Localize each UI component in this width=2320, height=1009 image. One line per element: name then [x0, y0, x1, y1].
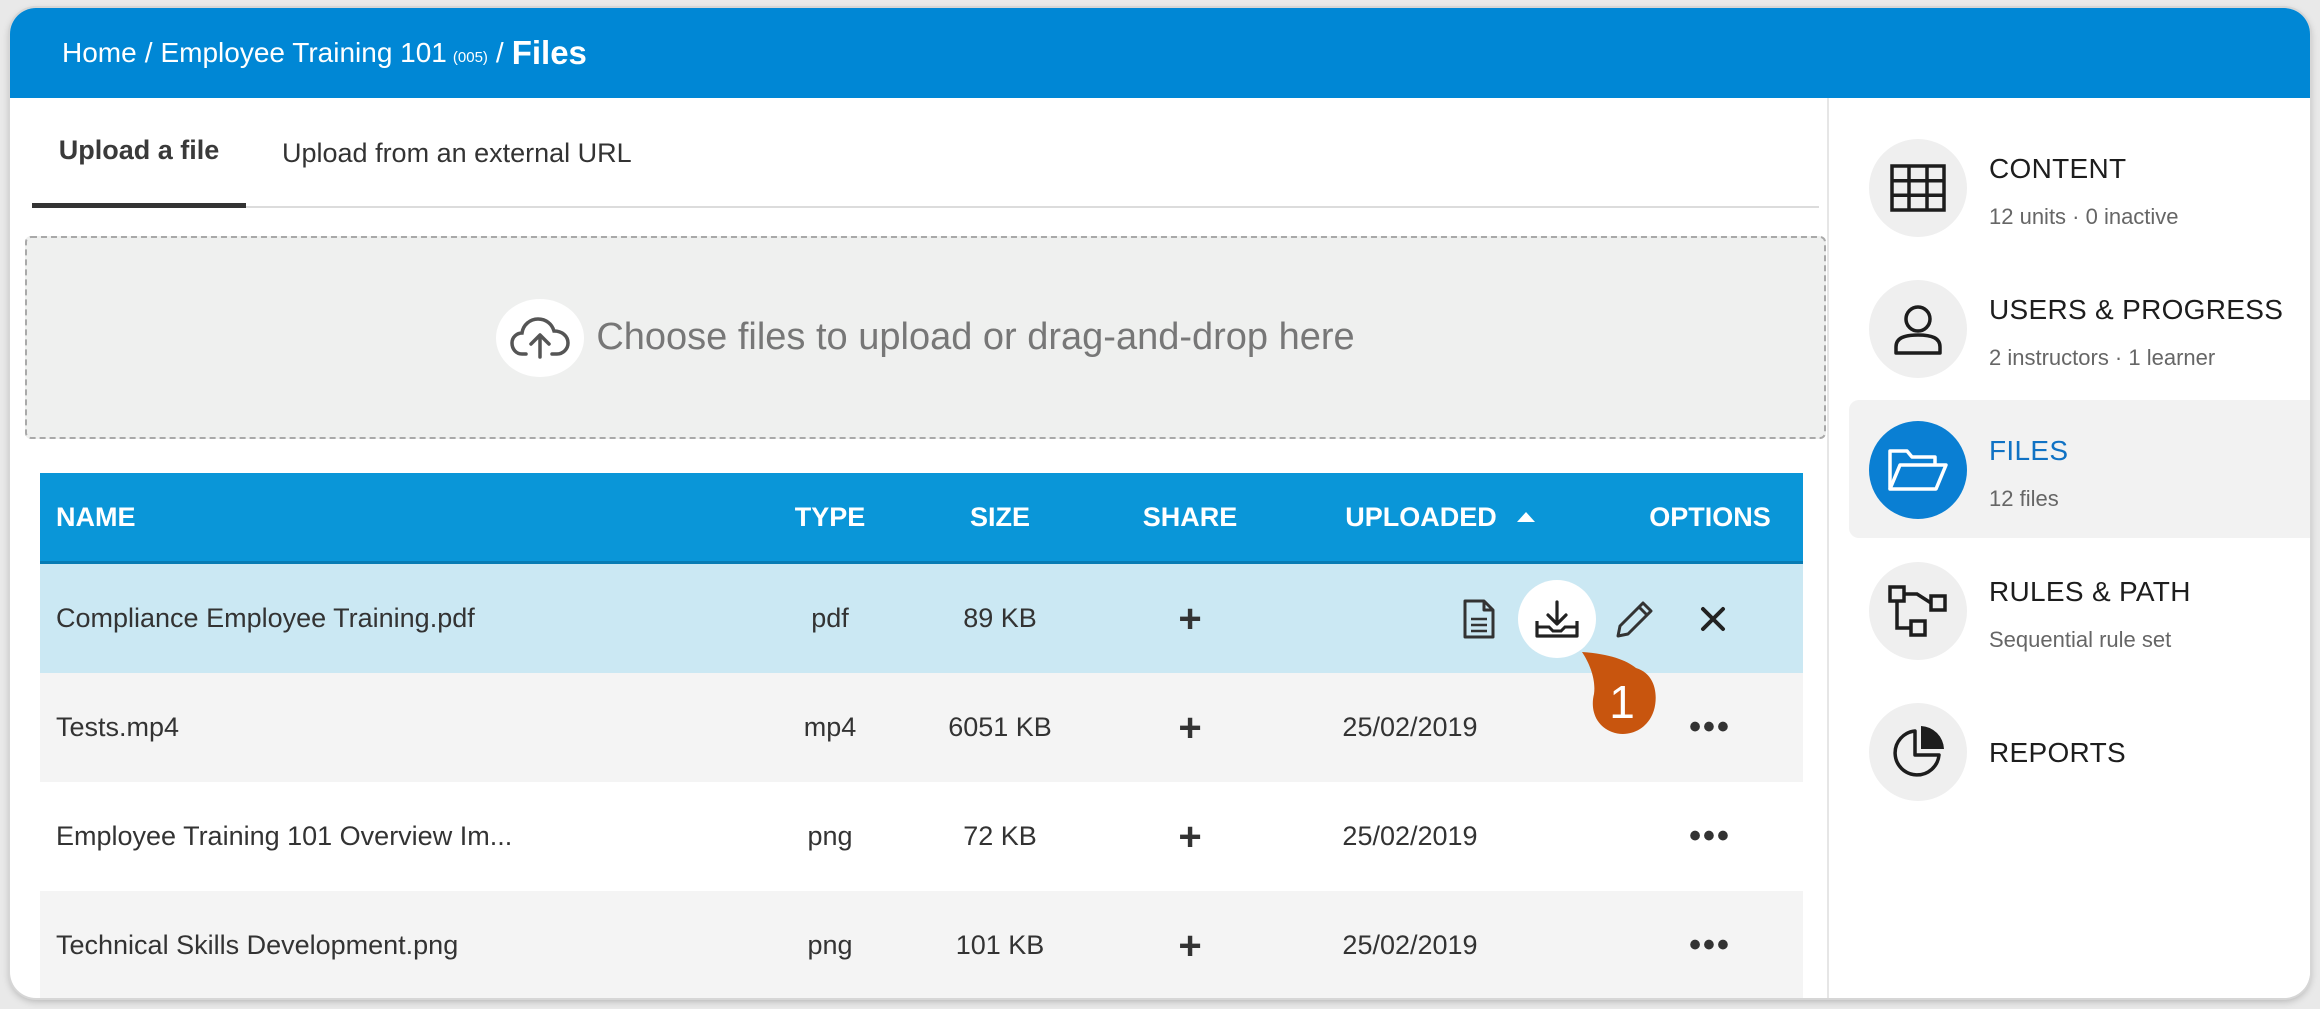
options-button[interactable]: ••• [1620, 891, 1800, 998]
sort-ascending-icon [1516, 512, 1535, 522]
breadcrumb-separator: / [144, 37, 153, 68]
app-window: Home / Employee Training 101 (005) / Fil… [10, 8, 2310, 998]
share-button[interactable]: + [1100, 782, 1280, 891]
options-button[interactable]: ••• [1620, 782, 1800, 891]
breadcrumb-current: Files [511, 34, 587, 71]
file-size: 72 KB [963, 821, 1037, 851]
file-name: Employee Training 101 Overview Im... [56, 821, 513, 851]
file-uploaded-date: 25/02/2019 [1342, 930, 1478, 960]
file-name: Technical Skills Development.png [56, 930, 459, 960]
more-options-icon: ••• [1689, 708, 1731, 746]
table-row[interactable]: Employee Training 101 Overview Im... png… [40, 782, 1803, 891]
download-button[interactable] [1518, 579, 1596, 658]
share-button[interactable]: + [1100, 891, 1280, 998]
sidebar-item-title: REPORTS [1989, 737, 2126, 768]
header-type[interactable]: TYPE [740, 473, 920, 561]
file-size: 6051 KB [948, 712, 1052, 742]
file-name: Compliance Employee Training.pdf [56, 603, 475, 633]
header-uploaded-label: UPLOADED [1345, 501, 1497, 532]
edit-button[interactable] [1596, 580, 1674, 658]
tab-upload-url[interactable]: Upload from an external URL [282, 98, 632, 208]
preview-button[interactable] [1440, 580, 1518, 658]
header-size[interactable]: SIZE [910, 473, 1090, 561]
file-size: 101 KB [955, 930, 1045, 960]
document-icon [1463, 599, 1495, 638]
folder-open-icon [1869, 421, 1967, 519]
header-uploaded[interactable]: UPLOADED [1330, 473, 1550, 561]
sidebar-item-content[interactable]: CONTENT 12 units · 0 inactive [1849, 118, 2310, 256]
file-uploaded-date: 25/02/2019 [1342, 821, 1478, 851]
close-icon [1701, 606, 1725, 631]
download-icon [1535, 599, 1579, 638]
file-type: png [807, 821, 853, 851]
breadcrumb-home[interactable]: Home [62, 37, 137, 69]
sidebar-item-title: USERS & PROGRESS [1989, 294, 2284, 325]
header-options: OPTIONS [1649, 501, 1771, 532]
more-options-icon: ••• [1689, 817, 1731, 855]
plus-icon: + [1178, 814, 1202, 859]
file-name: Tests.mp4 [56, 712, 180, 742]
sidebar-item-title: RULES & PATH [1989, 576, 2191, 607]
plus-icon: + [1178, 705, 1202, 750]
breadcrumb: Home / Employee Training 101 (005) / Fil… [10, 8, 2310, 98]
file-type: mp4 [803, 712, 857, 742]
breadcrumb-separator: / [495, 37, 504, 68]
file-type: png [807, 930, 853, 960]
plus-icon: + [1178, 596, 1202, 641]
dropzone-text: Choose files to upload or drag-and-drop … [596, 316, 1355, 358]
user-icon [1869, 280, 1967, 378]
sidebar-item-subtitle: 12 units · 0 inactive [1989, 204, 2179, 229]
sidebar-item-reports[interactable]: REPORTS [1849, 682, 2310, 820]
share-button[interactable]: + [1100, 564, 1280, 673]
header-share: SHARE [1142, 501, 1238, 532]
step-callout: 1 [1580, 650, 1660, 750]
breadcrumb-course-code: (005) [452, 48, 488, 66]
upload-tabs: Upload a file Upload from an external UR… [32, 98, 1819, 208]
sidebar-item-subtitle: 2 instructors · 1 learner [1989, 345, 2216, 370]
tab-upload-file[interactable]: Upload a file [32, 98, 246, 208]
sidebar-item-subtitle: Sequential rule set [1989, 627, 2172, 652]
file-uploaded-date: 25/02/2019 [1342, 712, 1478, 742]
file-size: 89 KB [963, 603, 1037, 633]
sidebar-item-subtitle: 12 files [1989, 486, 2059, 511]
pencil-icon [1616, 601, 1653, 637]
sidebar-item-title: CONTENT [1989, 153, 2127, 184]
header-name[interactable]: NAME [56, 473, 136, 561]
sidebar-item-rules-path[interactable]: RULES & PATH Sequential rule set [1849, 541, 2310, 679]
cloud-upload-icon [496, 298, 585, 377]
file-type: pdf [811, 603, 849, 633]
plus-icon: + [1178, 923, 1202, 968]
pie-chart-icon [1869, 703, 1967, 801]
table-row[interactable]: Compliance Employee Training.pdf pdf 89 … [40, 564, 1803, 673]
more-options-icon: ••• [1689, 926, 1731, 964]
course-sidebar: CONTENT 12 units · 0 inactive USERS & PR… [1827, 98, 2310, 998]
table-row[interactable]: Tests.mp4 mp4 6051 KB + 25/02/2019 ••• [40, 673, 1803, 782]
grid-icon [1869, 139, 1967, 237]
table-row[interactable]: Technical Skills Development.png png 101… [40, 891, 1803, 998]
share-button[interactable]: + [1100, 673, 1280, 782]
delete-button[interactable] [1674, 580, 1752, 658]
sidebar-item-files[interactable]: FILES 12 files [1849, 400, 2310, 538]
table-header: NAME TYPE SIZE SHARE UPLOADED OPTIONS [40, 473, 1803, 564]
file-dropzone[interactable]: Choose files to upload or drag-and-drop … [25, 236, 1826, 439]
sidebar-item-users-progress[interactable]: USERS & PROGRESS 2 instructors · 1 learn… [1849, 259, 2310, 397]
files-table: NAME TYPE SIZE SHARE UPLOADED OPTIONS Co… [40, 473, 1803, 998]
breadcrumb-course[interactable]: Employee Training 101 [160, 37, 446, 69]
step-callout-number: 1 [1609, 676, 1635, 728]
sidebar-item-title: FILES [1989, 435, 2069, 466]
flow-icon [1869, 562, 1967, 660]
